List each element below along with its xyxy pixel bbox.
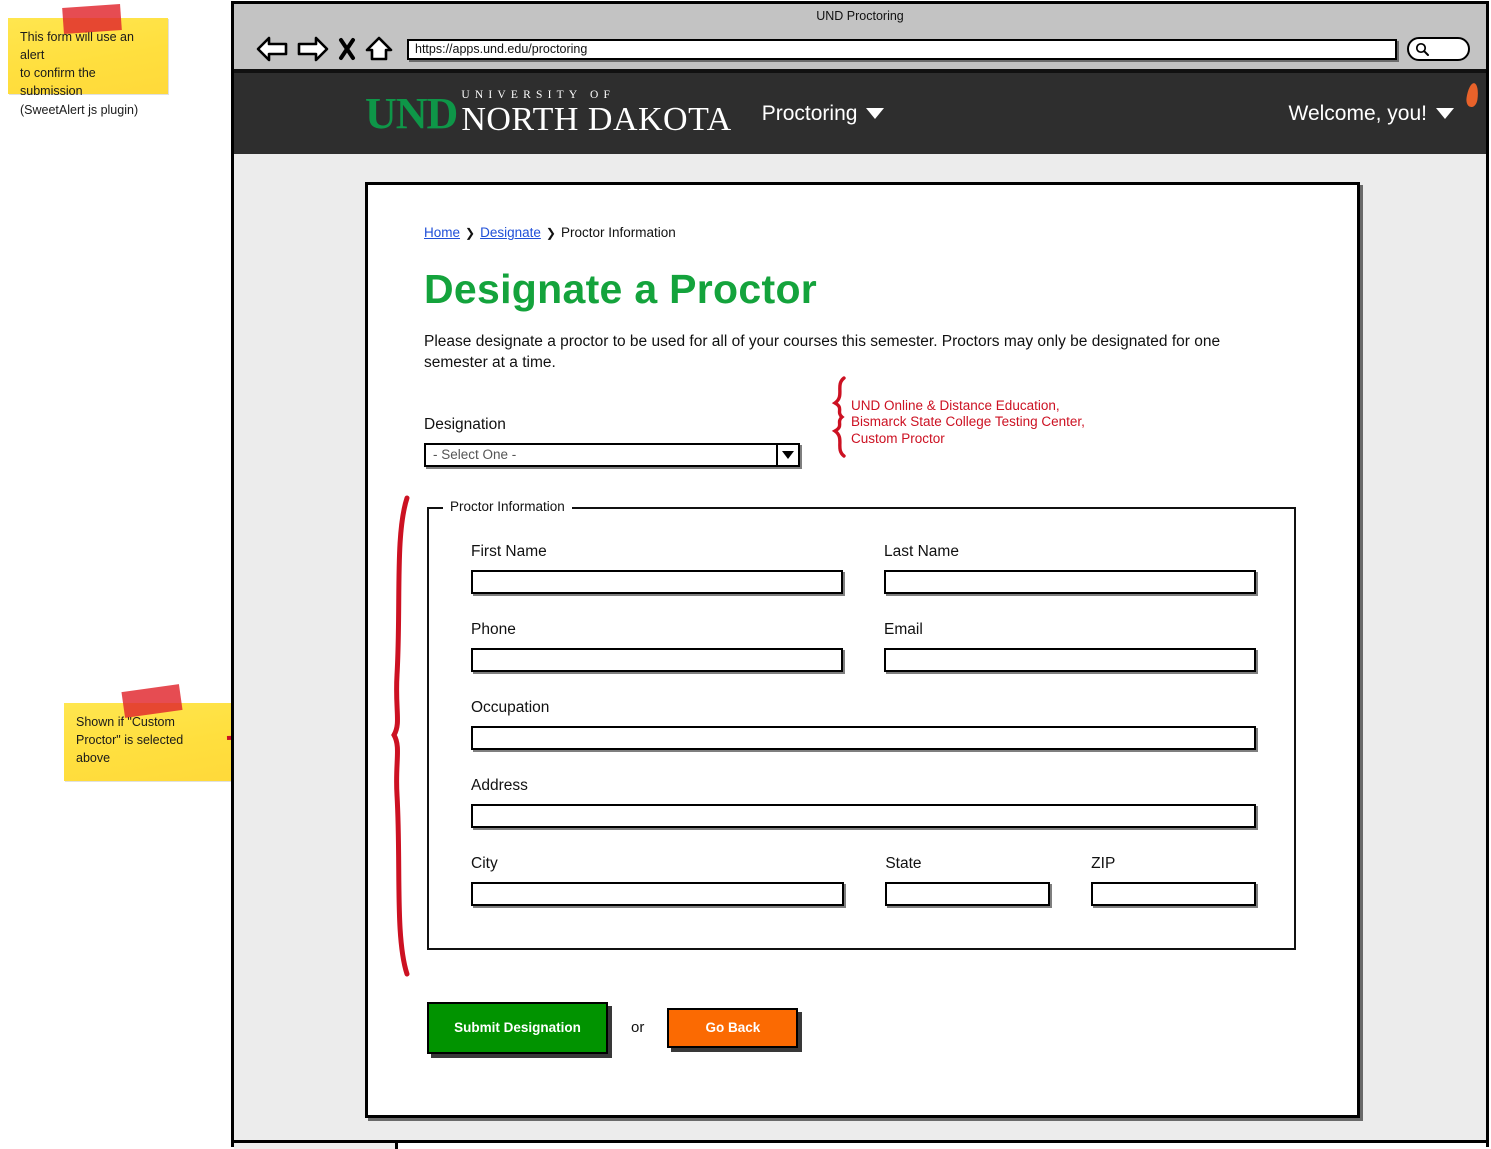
phone-field: Phone [471, 621, 843, 672]
occupation-label: Occupation [471, 698, 550, 716]
breadcrumb-item-designate[interactable]: Designate [480, 225, 541, 240]
row-name: First Name Last Name [471, 543, 1256, 594]
browser-window: UND Proctoring https://apps.und.edu/proc… [231, 1, 1489, 1149]
go-back-label: Go Back [705, 1020, 761, 1036]
page-description: Please designate a proctor to be used fo… [424, 333, 1221, 372]
und-logo-line2: NORTH DAKOTA [461, 101, 732, 139]
annotation-options-text: UND Online & Distance Education, Bismarc… [851, 398, 1085, 446]
url-text: https://apps.und.edu/proctoring [415, 42, 588, 56]
und-logo-mark: UND [365, 88, 458, 138]
breadcrumb-separator: ❯ [465, 226, 476, 240]
email-input[interactable] [884, 647, 1256, 672]
city-field: City [471, 854, 845, 906]
phone-input[interactable] [471, 647, 843, 672]
site-header: UND UNIVERSITY OF NORTH DAKOTA Proctorin… [234, 73, 1486, 154]
sticky-note-top-text: This form will use an alert to confirm t… [20, 30, 139, 117]
content-card: Home ❯ Designate ❯ Proctor Information Desig… [365, 182, 1360, 1118]
address-label: Address [471, 776, 528, 794]
breadcrumb-item-home[interactable]: Home [424, 225, 460, 240]
search-icon [1415, 42, 1429, 56]
or-label: or [631, 1019, 645, 1037]
row-contact: Phone Email [471, 621, 1256, 672]
und-logo-words: UNIVERSITY OF NORTH DAKOTA [461, 88, 732, 139]
address-input[interactable] [471, 803, 1256, 828]
city-input[interactable] [471, 881, 845, 906]
state-label: State [885, 854, 922, 872]
chevron-down-icon[interactable] [776, 444, 798, 465]
city-label: City [471, 854, 498, 872]
phone-label: Phone [471, 620, 516, 638]
first-name-input[interactable] [471, 569, 843, 594]
flame-icon [1465, 82, 1480, 108]
sticky-note-left: Shown if "Custom Proctor" is selected ab… [64, 703, 239, 781]
url-bar[interactable]: https://apps.und.edu/proctoring [407, 38, 1397, 60]
row-address: Address [471, 777, 1256, 828]
last-name-label: Last Name [884, 542, 959, 560]
go-back-button[interactable]: Go Back [667, 1007, 799, 1048]
breadcrumb-item-current: Proctor Information [560, 225, 676, 240]
browser-bottom [234, 1140, 1486, 1149]
browser-titlebar: UND Proctoring [234, 4, 1486, 29]
occupation-input[interactable] [471, 725, 1256, 750]
und-logo-line1: UNIVERSITY OF [461, 88, 616, 101]
state-field: State [885, 854, 1051, 906]
designation-select[interactable]: - Select One - [424, 442, 800, 467]
tab-stub[interactable] [234, 1143, 398, 1149]
screenshot-canvas: This form will use an alert to confirm t… [0, 0, 1491, 1149]
forward-arrow-icon[interactable] [297, 36, 329, 62]
search-box[interactable] [1407, 37, 1470, 61]
chevron-down-icon [866, 108, 885, 119]
breadcrumb: Home ❯ Designate ❯ Proctor Information [424, 225, 1305, 240]
nav-item-proctoring[interactable]: Proctoring [762, 102, 885, 126]
last-name-field: Last Name [884, 543, 1256, 594]
form-actions: Submit Designation or Go Back [427, 1001, 1305, 1054]
first-name-label: First Name [471, 542, 547, 560]
nav-item-user-menu[interactable]: Welcome, you! [1288, 101, 1454, 126]
email-label: Email [884, 620, 923, 638]
first-name-field: First Name [471, 543, 843, 594]
back-arrow-icon[interactable] [256, 36, 288, 62]
nav-item-proctoring-label: Proctoring [761, 101, 858, 125]
page-title: Designate a Proctor [424, 266, 818, 312]
proctor-information-legend: Proctor Information [443, 498, 572, 514]
home-icon[interactable] [365, 36, 393, 62]
occupation-field: Occupation [471, 699, 1256, 750]
nav-item-user-label: Welcome, you! [1288, 101, 1428, 125]
designation-select-value: - Select One - [433, 447, 517, 463]
proctor-information-fieldset: Proctor Information First Name Last Name [427, 498, 1296, 950]
row-occupation: Occupation [471, 699, 1256, 750]
und-logo[interactable]: UND UNIVERSITY OF NORTH DAKOTA [365, 82, 1480, 139]
state-input[interactable] [885, 881, 1051, 906]
page-body: Home ❯ Designate ❯ Proctor Information Desig… [234, 154, 1486, 1140]
zip-field: ZIP [1091, 855, 1256, 906]
submit-designation-label: Submit Designation [454, 1020, 581, 1036]
address-field: Address [471, 777, 1256, 828]
email-field: Email [884, 621, 1256, 672]
stop-close-icon[interactable] [338, 37, 356, 61]
browser-toolbar: https://apps.und.edu/proctoring [234, 29, 1486, 73]
breadcrumb-separator: ❯ [545, 226, 556, 240]
chevron-down-icon [1436, 108, 1454, 119]
submit-designation-button[interactable]: Submit Designation [427, 1001, 608, 1054]
zip-input[interactable] [1091, 881, 1256, 906]
last-name-input[interactable] [884, 569, 1256, 594]
browser-nav-buttons [256, 36, 393, 62]
window-title: UND Proctoring [816, 9, 904, 23]
tape-top [62, 4, 122, 34]
row-city-state-zip: City State ZIP [471, 855, 1256, 906]
zip-label: ZIP [1091, 854, 1116, 872]
